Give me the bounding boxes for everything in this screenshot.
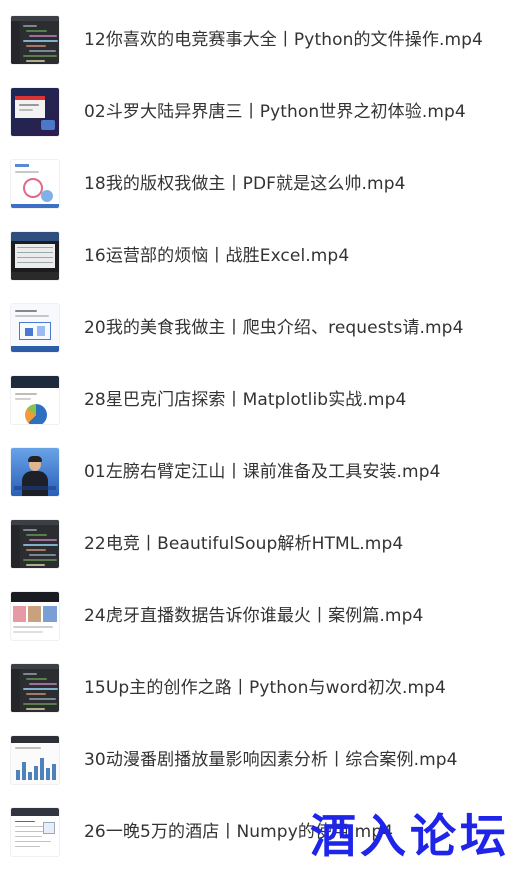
video-thumbnail: [11, 736, 59, 784]
file-list-item[interactable]: 01左膀右臂定江山丨课前准备及工具安装.mp4: [0, 440, 520, 504]
file-name: 12你喜欢的电竞赛事大全丨Python的文件操作.mp4: [84, 30, 483, 50]
file-list-item[interactable]: 12你喜欢的电竞赛事大全丨Python的文件操作.mp4: [0, 8, 520, 72]
file-list-item[interactable]: 22电竞丨BeautifulSoup解析HTML.mp4: [0, 512, 520, 576]
file-list-item[interactable]: 20我的美食我做主丨爬虫介绍、requests请.mp4: [0, 296, 520, 360]
video-thumbnail: [11, 520, 59, 568]
file-name: 16运营部的烦恼丨战胜Excel.mp4: [84, 246, 350, 266]
file-list-item[interactable]: 28星巴克门店探索丨Matplotlib实战.mp4: [0, 368, 520, 432]
video-thumbnail: [11, 376, 59, 424]
file-name: 24虎牙直播数据告诉你谁最火丨案例篇.mp4: [84, 606, 424, 626]
video-thumbnail: [11, 88, 59, 136]
file-name: 30动漫番剧播放量影响因素分析丨综合案例.mp4: [84, 750, 458, 770]
video-thumbnail: [11, 232, 59, 280]
file-name: 01左膀右臂定江山丨课前准备及工具安装.mp4: [84, 462, 441, 482]
forum-watermark: 酒入论坛: [310, 809, 510, 863]
video-file-list: 12你喜欢的电竞赛事大全丨Python的文件操作.mp4 02斗罗大陆异界唐三丨P…: [0, 0, 520, 870]
file-name: 28星巴克门店探索丨Matplotlib实战.mp4: [84, 390, 407, 410]
file-list-item[interactable]: 16运营部的烦恼丨战胜Excel.mp4: [0, 224, 520, 288]
file-list-item[interactable]: 24虎牙直播数据告诉你谁最火丨案例篇.mp4: [0, 584, 520, 648]
file-name: 18我的版权我做主丨PDF就是这么帅.mp4: [84, 174, 406, 194]
file-name: 15Up主的创作之路丨Python与word初次.mp4: [84, 678, 446, 698]
video-thumbnail: [11, 664, 59, 712]
file-list-item[interactable]: 02斗罗大陆异界唐三丨Python世界之初体验.mp4: [0, 80, 520, 144]
video-thumbnail: [11, 160, 59, 208]
file-list-item[interactable]: 30动漫番剧播放量影响因素分析丨综合案例.mp4: [0, 728, 520, 792]
video-thumbnail: [11, 808, 59, 856]
video-thumbnail: [11, 304, 59, 352]
file-name: 02斗罗大陆异界唐三丨Python世界之初体验.mp4: [84, 102, 466, 122]
video-thumbnail: [11, 16, 59, 64]
file-name: 22电竞丨BeautifulSoup解析HTML.mp4: [84, 534, 404, 554]
video-thumbnail: [11, 592, 59, 640]
file-name: 20我的美食我做主丨爬虫介绍、requests请.mp4: [84, 318, 464, 338]
file-list-item[interactable]: 18我的版权我做主丨PDF就是这么帅.mp4: [0, 152, 520, 216]
file-list-item[interactable]: 15Up主的创作之路丨Python与word初次.mp4: [0, 656, 520, 720]
video-thumbnail: [11, 448, 59, 496]
